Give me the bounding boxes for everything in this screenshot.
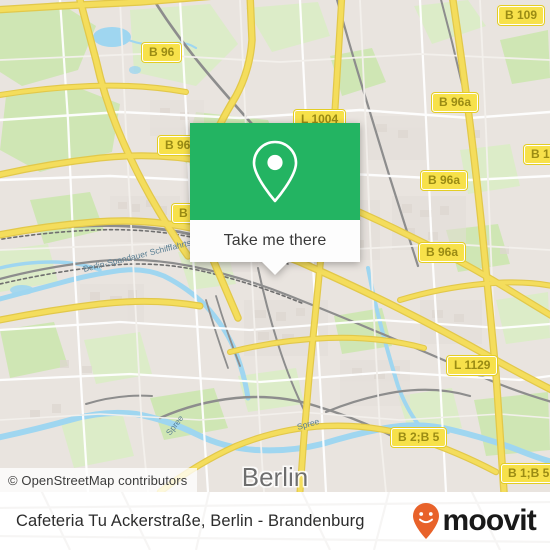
moovit-location-card: .land { fill:#e9e4df; } .park { fill:#cf… bbox=[0, 0, 550, 550]
road-shield: B 96a bbox=[419, 243, 466, 263]
road-shield: B 96a bbox=[432, 93, 479, 113]
road-shield: B 96 bbox=[142, 43, 182, 63]
moovit-wordmark: moovit bbox=[442, 504, 536, 537]
moovit-logo[interactable]: moovit bbox=[411, 502, 537, 540]
road-shield: B 96a bbox=[421, 171, 468, 191]
moovit-pin-icon bbox=[413, 503, 440, 539]
take-me-there-popup[interactable]: Take me there bbox=[190, 123, 360, 275]
road-shield: B 109 bbox=[498, 6, 545, 26]
take-me-there-button[interactable]: Take me there bbox=[190, 220, 360, 262]
road-shield: L 1129 bbox=[447, 356, 498, 376]
popup-header bbox=[190, 123, 360, 220]
page-title: Cafeteria Tu Ackerstraße, Berlin - Brand… bbox=[16, 511, 365, 530]
bottom-info-bar: Cafeteria Tu Ackerstraße, Berlin - Brand… bbox=[0, 492, 550, 550]
road-shield: B 10 bbox=[524, 145, 550, 165]
road-shield: B 2;B 5 bbox=[391, 428, 447, 448]
popup-tail bbox=[262, 262, 288, 275]
map-pin-icon bbox=[252, 140, 298, 202]
road-shield: B 1;B 5 bbox=[501, 464, 550, 484]
osm-attribution[interactable]: © OpenStreetMap contributors bbox=[0, 468, 198, 492]
city-label: Berlin bbox=[242, 462, 308, 492]
